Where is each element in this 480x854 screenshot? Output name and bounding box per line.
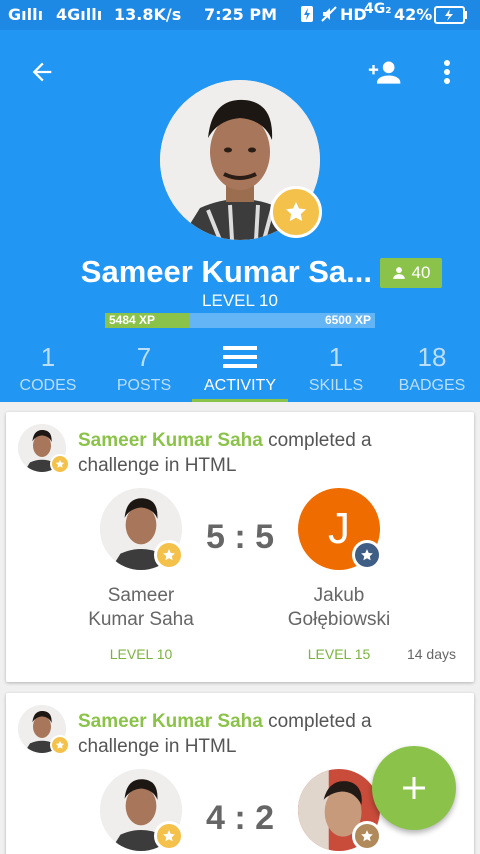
more-button[interactable] bbox=[425, 50, 469, 94]
xp-next: 6500 XP bbox=[324, 313, 371, 327]
player-level: LEVEL 15 bbox=[307, 646, 371, 662]
star-badge bbox=[154, 821, 184, 851]
followers-count: 40 bbox=[411, 263, 431, 282]
star-icon bbox=[361, 549, 373, 561]
flash-icon bbox=[300, 5, 314, 27]
activity-menu-icon bbox=[223, 346, 257, 368]
tab-label: BADGES bbox=[398, 377, 466, 394]
star-badge bbox=[352, 540, 382, 570]
add-friend-button[interactable] bbox=[362, 50, 406, 94]
star-badge bbox=[270, 186, 322, 238]
profile-avatar[interactable] bbox=[160, 80, 322, 240]
star-icon bbox=[361, 830, 373, 842]
active-tab-indicator bbox=[192, 399, 288, 402]
clock: 7:25 PM bbox=[204, 5, 278, 24]
tab-badges[interactable]: 18 BADGES bbox=[384, 340, 480, 402]
card-avatar[interactable] bbox=[18, 424, 70, 474]
tab-label: SKILLS bbox=[308, 377, 364, 394]
signal-1: Gıllı bbox=[8, 5, 44, 24]
network-speed: 13.8K/s bbox=[114, 5, 182, 24]
tab-count: 1 bbox=[328, 342, 344, 372]
star-badge bbox=[50, 735, 70, 755]
followers-badge[interactable]: 40 bbox=[380, 258, 442, 288]
person-icon bbox=[392, 267, 405, 279]
activity-card[interactable]: Sameer Kumar Saha completed a challenge … bbox=[6, 412, 474, 682]
tab-label: ACTIVITY bbox=[203, 377, 276, 394]
battery-icon bbox=[434, 6, 468, 28]
plus-icon bbox=[403, 777, 425, 799]
network-label: HD bbox=[340, 5, 367, 24]
player-name: Jakub Gołębiowski bbox=[287, 585, 391, 630]
tab-activity[interactable]: ACTIVITY bbox=[192, 340, 288, 402]
battery-percent: 42% bbox=[394, 5, 433, 24]
profile-name: Sameer Kumar Sa... bbox=[80, 254, 372, 289]
signal-2: 4Gıllı bbox=[56, 5, 103, 24]
star-icon bbox=[55, 459, 65, 468]
star-icon bbox=[163, 549, 175, 561]
tab-posts[interactable]: 7 POSTS bbox=[96, 340, 192, 402]
activity-text: Sameer Kumar Saha completed a challenge … bbox=[78, 428, 458, 478]
xp-current: 5484 XP bbox=[109, 313, 156, 327]
star-badge bbox=[50, 454, 70, 474]
actor-name[interactable]: Sameer Kumar Saha bbox=[78, 711, 263, 732]
star-icon bbox=[55, 740, 65, 749]
tab-codes[interactable]: 1 CODES bbox=[0, 340, 96, 402]
star-badge bbox=[154, 540, 184, 570]
star-icon bbox=[286, 202, 306, 222]
mute-icon bbox=[320, 5, 338, 27]
star-badge bbox=[352, 821, 382, 851]
player-1[interactable]: Sameer Kumar Saha LEVEL 10 bbox=[61, 488, 221, 662]
person-add-icon bbox=[368, 61, 401, 84]
activity-time: 14 days bbox=[406, 646, 456, 662]
back-button[interactable] bbox=[20, 50, 64, 94]
tab-count: 18 bbox=[417, 342, 447, 372]
tab-label: CODES bbox=[19, 377, 77, 394]
tab-skills[interactable]: 1 SKILLS bbox=[288, 340, 384, 402]
star-icon bbox=[163, 830, 175, 842]
actor-name[interactable]: Sameer Kumar Saha bbox=[78, 430, 263, 451]
profile-level: LEVEL 10 bbox=[202, 291, 278, 310]
network-type: 4G₂ bbox=[364, 1, 392, 17]
profile-tabs: 1 CODES 7 POSTS ACTIVITY 1 SKILLS 18 BAD… bbox=[0, 340, 480, 402]
player-name: Sameer Kumar Saha bbox=[88, 585, 194, 630]
status-bar: Gıllı 4Gıllı 13.8K/s 7:25 PM HD 4G₂ 42% bbox=[0, 0, 480, 30]
add-fab-button[interactable] bbox=[372, 746, 456, 830]
player-level: LEVEL 10 bbox=[109, 646, 173, 662]
arrow-back-icon bbox=[32, 62, 52, 82]
more-vert-icon bbox=[444, 60, 450, 84]
tab-count: 7 bbox=[136, 342, 152, 372]
tab-count: 1 bbox=[40, 342, 56, 372]
tab-label: POSTS bbox=[116, 377, 172, 394]
xp-progress-bar: 5484 XP 6500 XP bbox=[105, 313, 375, 328]
card-avatar[interactable] bbox=[18, 705, 70, 755]
profile-header: Sameer Kumar Sa... 40 LEVEL 10 5484 XP 6… bbox=[0, 30, 480, 402]
player-2[interactable]: J Jakub Gołębiowski LEVEL 15 bbox=[259, 488, 419, 662]
